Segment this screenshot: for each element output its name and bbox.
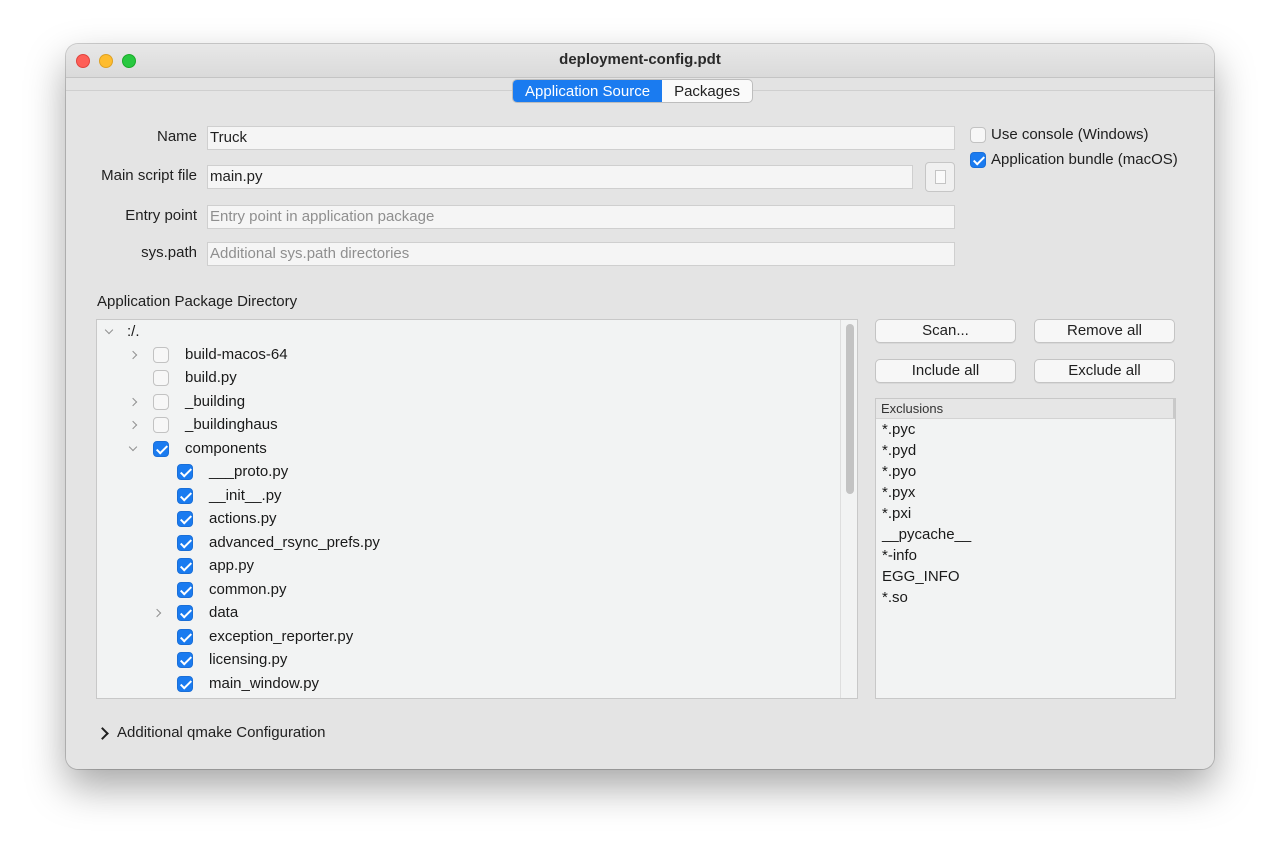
tree-item-label: ___proto.py	[209, 463, 289, 480]
tree-row[interactable]: build.py	[97, 367, 837, 390]
exclusion-item[interactable]: __pycache__	[876, 524, 1175, 545]
exclusion-item[interactable]: *.so	[876, 587, 1175, 608]
tree-row[interactable]: licensing.py	[97, 649, 837, 672]
tree-row[interactable]: exception_reporter.py	[97, 626, 837, 649]
main-script-field[interactable]: main.py	[207, 165, 913, 189]
app-window: deployment-config.pdt Application Source…	[66, 44, 1214, 769]
tree-row[interactable]: _building	[97, 391, 837, 414]
name-label: Name	[156, 128, 197, 145]
tree-item-label: licensing.py	[209, 651, 288, 668]
tree-checkbox[interactable]	[153, 394, 169, 410]
tree-scrollbar[interactable]	[840, 320, 857, 698]
package-dir-title: Application Package Directory	[97, 293, 298, 310]
tree-row[interactable]: build-macos-64	[97, 344, 837, 367]
tree-checkbox[interactable]	[177, 464, 193, 480]
tree-item-label: __init__.py	[209, 487, 282, 504]
document-icon	[935, 170, 946, 184]
entry-point-label: Entry point	[125, 207, 197, 224]
exclusion-item[interactable]: *.pyd	[876, 440, 1175, 461]
main-script-label: Main script file	[101, 167, 197, 184]
tree-item-label: actions.py	[209, 510, 277, 527]
chevron-right-icon[interactable]	[129, 348, 139, 362]
tree-checkbox[interactable]	[177, 676, 193, 692]
tree-row[interactable]: common.py	[97, 579, 837, 602]
tree-checkbox[interactable]	[153, 347, 169, 363]
tree-checkbox[interactable]	[153, 441, 169, 457]
chevron-down-icon[interactable]	[129, 442, 139, 456]
tree-checkbox[interactable]	[177, 629, 193, 645]
window-title: deployment-config.pdt	[559, 51, 721, 68]
name-field[interactable]: Truck	[207, 126, 955, 150]
title-bar[interactable]: deployment-config.pdt	[66, 44, 1214, 78]
tab-content: Name Truck Main script file main.py Entr…	[66, 90, 1214, 769]
exclusion-item[interactable]: *.pyx	[876, 482, 1175, 503]
tree-row[interactable]: __init__.py	[97, 485, 837, 508]
exclusion-item[interactable]: *-info	[876, 545, 1175, 566]
exclusions-list[interactable]: Exclusions *.pyc *.pyd *.pyo *.pyx *.pxi…	[875, 398, 1176, 699]
tree-checkbox[interactable]	[177, 535, 193, 551]
qmake-config-disclosure[interactable]: Additional qmake Configuration	[117, 724, 325, 741]
tree-checkbox[interactable]	[177, 511, 193, 527]
tree-item-label: build-macos-64	[185, 346, 288, 363]
tree-root-label: :/.	[127, 323, 140, 340]
tree-scrollbar-thumb[interactable]	[846, 324, 854, 494]
include-all-button[interactable]: Include all	[875, 359, 1016, 383]
tab-bar: Application Source Packages	[512, 79, 753, 103]
tree-item-label: advanced_rsync_prefs.py	[209, 534, 380, 551]
sys-path-field[interactable]: Additional sys.path directories	[207, 242, 955, 266]
tree-row[interactable]: main_window.py	[97, 673, 837, 696]
tree-row[interactable]: actions.py	[97, 508, 837, 531]
chevron-right-icon[interactable]	[96, 727, 109, 740]
exclusion-item[interactable]: *.pyo	[876, 461, 1175, 482]
use-console-label: Use console (Windows)	[991, 126, 1149, 143]
tree-row[interactable]: components	[97, 438, 837, 461]
chevron-right-icon[interactable]	[129, 395, 139, 409]
tree-row[interactable]: _buildinghaus	[97, 414, 837, 437]
exclude-all-button[interactable]: Exclude all	[1034, 359, 1175, 383]
sys-path-label: sys.path	[141, 244, 197, 261]
chevron-right-icon[interactable]	[153, 606, 163, 620]
tree-checkbox[interactable]	[177, 582, 193, 598]
tree-row[interactable]: data	[97, 602, 837, 625]
exclusion-item[interactable]: EGG_INFO	[876, 566, 1175, 587]
tab-packages[interactable]: Packages	[662, 80, 752, 102]
tab-application-source[interactable]: Application Source	[513, 80, 663, 102]
tree-item-label: data	[209, 604, 239, 621]
tree-checkbox[interactable]	[177, 488, 193, 504]
exclusions-header: Exclusions	[876, 399, 1175, 419]
tree-checkbox[interactable]	[177, 558, 193, 574]
tree-item-label: build.py	[185, 369, 237, 386]
tree-row[interactable]: advanced_rsync_prefs.py	[97, 532, 837, 555]
use-console-checkbox[interactable]	[970, 127, 986, 143]
tree-checkbox[interactable]	[153, 417, 169, 433]
tree-checkbox[interactable]	[177, 605, 193, 621]
tree-item-label: components	[185, 440, 267, 457]
package-tree[interactable]: :/. build-macos-64 build.py _building _b…	[96, 319, 858, 699]
app-bundle-checkbox[interactable]	[970, 152, 986, 168]
tree-item-label: _building	[185, 393, 246, 410]
tree-row[interactable]: ___proto.py	[97, 461, 837, 484]
app-bundle-label: Application bundle (macOS)	[991, 151, 1178, 168]
browse-file-button[interactable]	[925, 162, 955, 192]
remove-all-button[interactable]: Remove all	[1034, 319, 1175, 343]
tree-item-label: _buildinghaus	[185, 416, 278, 433]
entry-point-field[interactable]: Entry point in application package	[207, 205, 955, 229]
chevron-down-icon[interactable]	[105, 325, 115, 339]
chevron-right-icon[interactable]	[129, 418, 139, 432]
tree-checkbox[interactable]	[177, 652, 193, 668]
exclusion-item[interactable]: *.pxi	[876, 503, 1175, 524]
scan-button[interactable]: Scan...	[875, 319, 1016, 343]
tree-row[interactable]: app.py	[97, 555, 837, 578]
tree-checkbox[interactable]	[153, 370, 169, 386]
tree-item-label: app.py	[209, 557, 255, 574]
exclusion-item[interactable]: *.pyc	[876, 419, 1175, 440]
tree-item-label: exception_reporter.py	[209, 628, 354, 645]
tree-item-label: main_window.py	[209, 675, 320, 692]
tree-row-root[interactable]: :/.	[97, 321, 837, 344]
tree-item-label: common.py	[209, 581, 287, 598]
